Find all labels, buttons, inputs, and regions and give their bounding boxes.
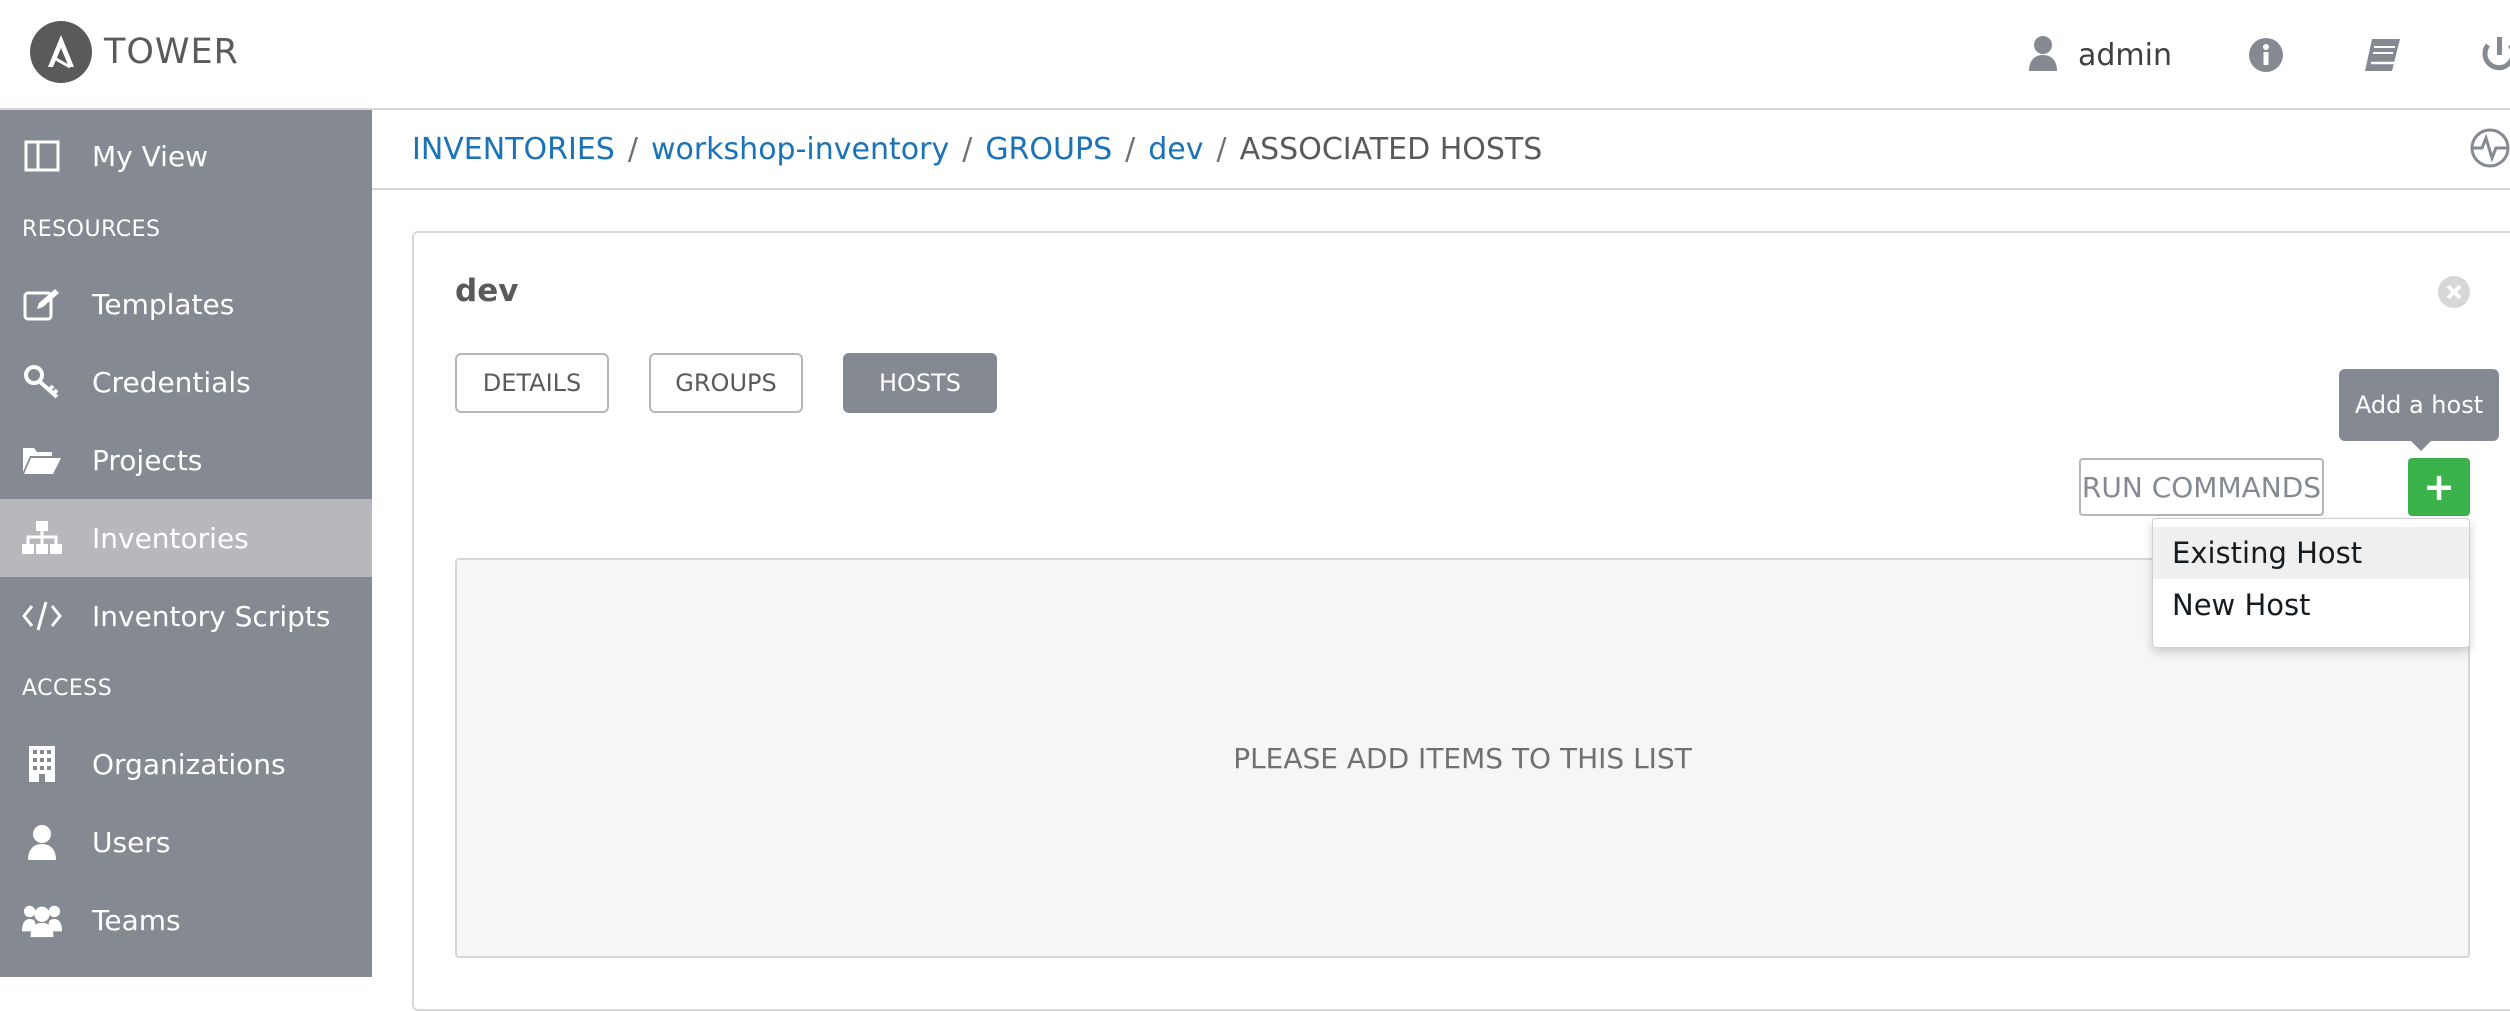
breadcrumb-inventories[interactable]: INVENTORIES [412, 132, 615, 167]
sidebar-item-label: My View [92, 139, 209, 173]
folder-open-icon [22, 440, 62, 480]
add-host-button[interactable]: + [2408, 458, 2470, 516]
section-access: ACCESS [22, 676, 113, 701]
sidebar-item-organizations[interactable]: Organizations [0, 725, 372, 803]
users-icon [22, 900, 62, 940]
user-icon [2028, 35, 2058, 75]
close-icon[interactable] [2437, 275, 2471, 313]
run-commands-button[interactable]: RUN COMMANDS [2079, 458, 2324, 516]
top-nav: admin [2028, 0, 2510, 110]
logout-power-icon[interactable] [2480, 35, 2510, 75]
breadcrumb-workshop-inventory[interactable]: workshop-inventory [651, 132, 949, 167]
sidebar-item-projects[interactable]: Projects [0, 421, 372, 499]
breadcrumb-separator: / [627, 131, 638, 167]
add-host-menu: Existing Host New Host [2152, 518, 2470, 648]
breadcrumb-separator: / [1216, 131, 1227, 167]
tab-details[interactable]: DETAILS [455, 353, 609, 413]
sidebar-item-users[interactable]: Users [0, 803, 372, 881]
username: admin [2078, 37, 2172, 73]
section-resources: RESOURCES [22, 217, 161, 242]
group-hosts-panel: dev DETAILS GROUPS HOSTS Add a host RUN … [412, 231, 2510, 1011]
app-name: TOWER [104, 32, 239, 72]
breadcrumb-separator: / [1125, 131, 1136, 167]
sidebar-item-label: Inventory Scripts [92, 599, 331, 633]
docs-book-icon[interactable] [2362, 37, 2402, 73]
sidebar-item-label: Templates [92, 287, 235, 321]
sidebar-item-label: Users [92, 825, 171, 859]
sidebar-item-label: Inventories [92, 521, 249, 555]
panel-title: dev [455, 273, 519, 309]
code-icon [22, 596, 62, 636]
sidebar-item-teams[interactable]: Teams [0, 881, 372, 959]
sidebar-item-inventories[interactable]: Inventories [0, 499, 372, 577]
tower-logo[interactable]: TOWER [30, 21, 239, 83]
add-host-tooltip: Add a host [2339, 369, 2499, 451]
empty-list-message: PLEASE ADD ITEMS TO THIS LIST [1233, 741, 1692, 775]
user-menu-link[interactable]: admin [2028, 35, 2172, 75]
info-icon[interactable] [2248, 37, 2284, 73]
sidebar-item-templates[interactable]: Templates [0, 265, 372, 343]
sidebar: My View RESOURCES Templates Credentials [0, 110, 372, 977]
sitemap-icon [22, 518, 62, 558]
sidebar-item-credentials[interactable]: Credentials [0, 343, 372, 421]
top-header: TOWER admin [0, 0, 2510, 110]
ansible-logo-icon [30, 21, 92, 83]
breadcrumb-separator: / [962, 131, 973, 167]
breadcrumb-groups[interactable]: GROUPS [985, 132, 1112, 167]
columns-icon [22, 136, 62, 176]
breadcrumb-dev[interactable]: dev [1148, 132, 1203, 167]
menu-item-new-host[interactable]: New Host [2153, 579, 2469, 631]
breadcrumb: INVENTORIES / workshop-inventory / GROUP… [372, 110, 2510, 190]
key-icon [22, 362, 62, 402]
sidebar-item-my-view[interactable]: My View [0, 117, 372, 195]
user-icon [22, 822, 62, 862]
activity-stream-icon[interactable] [2470, 128, 2510, 176]
tab-groups[interactable]: GROUPS [649, 353, 803, 413]
sidebar-item-inventory-scripts[interactable]: Inventory Scripts [0, 577, 372, 655]
menu-item-existing-host[interactable]: Existing Host [2153, 527, 2469, 579]
building-icon [22, 744, 62, 784]
sidebar-item-label: Teams [92, 903, 181, 937]
sidebar-item-label: Organizations [92, 747, 286, 781]
sidebar-item-label: Credentials [92, 365, 251, 399]
edit-icon [22, 284, 62, 324]
tab-hosts[interactable]: HOSTS [843, 353, 997, 413]
breadcrumb-current: ASSOCIATED HOSTS [1239, 131, 1543, 167]
sidebar-item-label: Projects [92, 443, 203, 477]
